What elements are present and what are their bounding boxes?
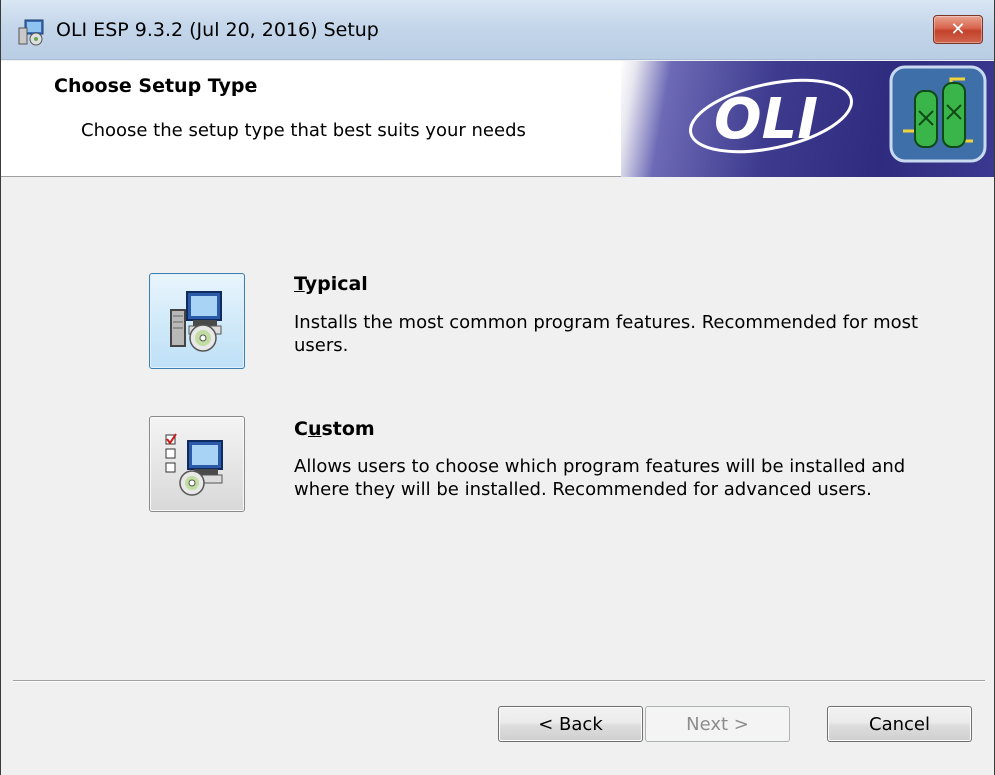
custom-button[interactable] (149, 416, 245, 512)
typical-button[interactable] (149, 273, 245, 369)
close-button[interactable]: ✕ (933, 15, 983, 44)
custom-mnemonic: u (307, 418, 322, 440)
custom-install-icon (165, 433, 223, 496)
cancel-button[interactable]: Cancel (827, 706, 972, 742)
page-title: Choose Setup Type (54, 75, 258, 97)
footer-separator (13, 680, 985, 682)
process-flow-icon (889, 65, 987, 163)
installer-app-icon (18, 19, 44, 46)
oli-banner: OLI (621, 61, 994, 177)
custom-title-prefix: C (294, 418, 308, 440)
window-title: OLI ESP 9.3.2 (Jul 20, 2016) Setup (56, 19, 379, 41)
typical-install-icon (170, 291, 222, 352)
page-subtitle: Choose the setup type that best suits yo… (81, 120, 526, 141)
setup-window: OLI ESP 9.3.2 (Jul 20, 2016) Setup ✕ Cho… (0, 0, 995, 775)
oli-logo: OLI (689, 65, 987, 163)
back-button[interactable]: < Back (498, 706, 643, 742)
typical-option-description: Installs the most common program feature… (294, 312, 919, 356)
close-icon: ✕ (950, 19, 966, 40)
typical-mnemonic: T (294, 273, 305, 295)
custom-title-rest: stom (321, 418, 375, 440)
typical-title-rest: ypical (304, 273, 368, 295)
custom-option-description: Allows users to choose which program fea… (294, 456, 906, 500)
title-bar[interactable]: OLI ESP 9.3.2 (Jul 20, 2016) Setup ✕ (1, 0, 994, 60)
oli-logo-text: OLI (714, 87, 818, 152)
typical-option-title: Typical (294, 273, 368, 295)
custom-option-title: Custom (294, 418, 375, 440)
next-button[interactable]: Next > (645, 706, 790, 742)
